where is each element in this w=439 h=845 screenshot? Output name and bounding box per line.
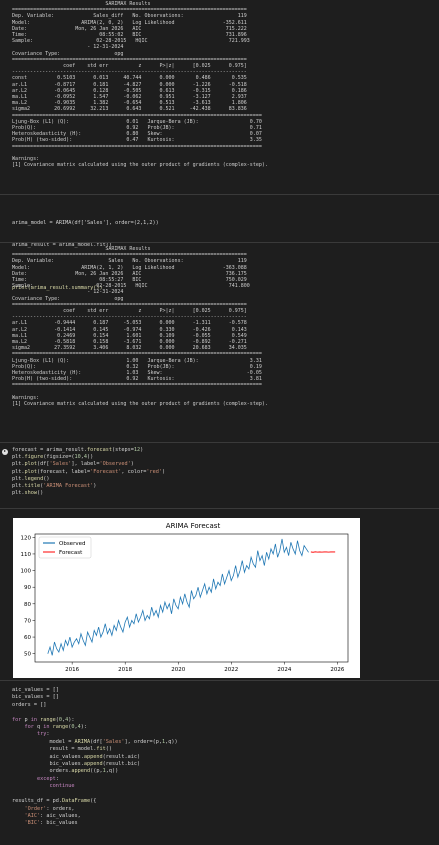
summary-line: [1] Covariance matrix calculated using t…: [12, 401, 268, 408]
code-line: aic_values = []: [12, 687, 59, 693]
y-tick-label: 50: [24, 652, 31, 658]
x-tick-label: 2016: [65, 667, 79, 673]
code-line: try:: [37, 731, 50, 738]
code-line: orders.append((p,1,q)): [12, 768, 119, 775]
chart-title: ARIMA Forecast: [166, 522, 221, 530]
code-line: continue: [49, 783, 75, 790]
arima-forecast-chart: ARIMA Forecast 2016 2018 2020 2022 2024 2026 5…: [13, 518, 360, 678]
legend-label: Observed: [59, 541, 85, 547]
code-line: arima_model = ARIMA(df['Sales'], order=(…: [12, 220, 159, 227]
x-tick-label: 2018: [118, 667, 132, 673]
code-line: plt.plot(forecast, label='Forecast', col…: [12, 468, 166, 475]
y-tick-label: 90: [24, 585, 31, 591]
y-tick-label: 120: [21, 535, 32, 541]
chart-legend: Observed Forecast: [38, 536, 92, 559]
x-tick-label: 2026: [330, 667, 344, 673]
code-line: for q in range(0,4):: [24, 724, 88, 731]
x-tick-label: 2020: [171, 667, 185, 673]
code-line: plt.figure(figsize=(10,4)): [12, 454, 94, 461]
series-line-forecast: [310, 551, 336, 553]
code-line: plt.title('ARIMA Forecast'): [12, 483, 97, 490]
code-line: results_df = pd.DataFrame({: [12, 798, 97, 805]
code-line: orders = []: [12, 701, 47, 708]
code-line: aic_values.append(result.aic): [12, 753, 141, 760]
y-tick-label: 60: [24, 635, 31, 641]
y-tick-label: 100: [21, 569, 32, 575]
code-line: model = ARIMA(df['Sales'], order=(p,1,q)…: [12, 738, 178, 745]
code-line: 'Order': orders,: [24, 805, 75, 812]
x-tick-label: 2022: [224, 667, 238, 673]
cell-divider: [0, 194, 439, 195]
cell-divider: [0, 508, 439, 509]
code-line: 'BIC': bic_values: [24, 820, 78, 827]
code-line: 'AIC': aic_values,: [24, 812, 81, 819]
code-line: for p in range(0,4):: [12, 716, 75, 723]
code-line: result = model.fit(): [12, 746, 112, 753]
code-line: except:: [37, 775, 59, 782]
y-tick-label: 80: [24, 602, 31, 608]
summary-output-1: SARIMAX Results =========================…: [12, 1, 432, 168]
summary-output-2: SARIMAX Results =========================…: [12, 246, 432, 407]
cell-divider: [0, 442, 439, 443]
x-tick-label: 2024: [277, 667, 291, 673]
run-cell-button[interactable]: [2, 449, 8, 455]
code-line: plt.show(): [12, 490, 44, 497]
y-tick-label: 70: [24, 618, 31, 624]
cell-divider: [0, 242, 439, 243]
code-cell-grid-search[interactable]: aic_values = [] bic_values = [] orders = […: [12, 687, 178, 828]
code-line: plt.plot(df['Sales'], label='Observed'): [12, 461, 134, 468]
legend-label: Forecast: [59, 550, 83, 556]
code-line: forecast = arima_result.forecast(steps=1…: [12, 447, 144, 453]
code-line: plt.legend(): [12, 475, 50, 482]
summary-line: [1] Covariance matrix calculated using t…: [12, 162, 268, 169]
code-line: bic_values = []: [12, 694, 59, 701]
y-tick-label: 110: [21, 552, 32, 558]
cell-divider: [0, 680, 439, 681]
code-cell-forecast[interactable]: forecast = arima_result.forecast(steps=1…: [12, 447, 165, 497]
code-line: bic_values.append(result.bic): [12, 761, 141, 768]
